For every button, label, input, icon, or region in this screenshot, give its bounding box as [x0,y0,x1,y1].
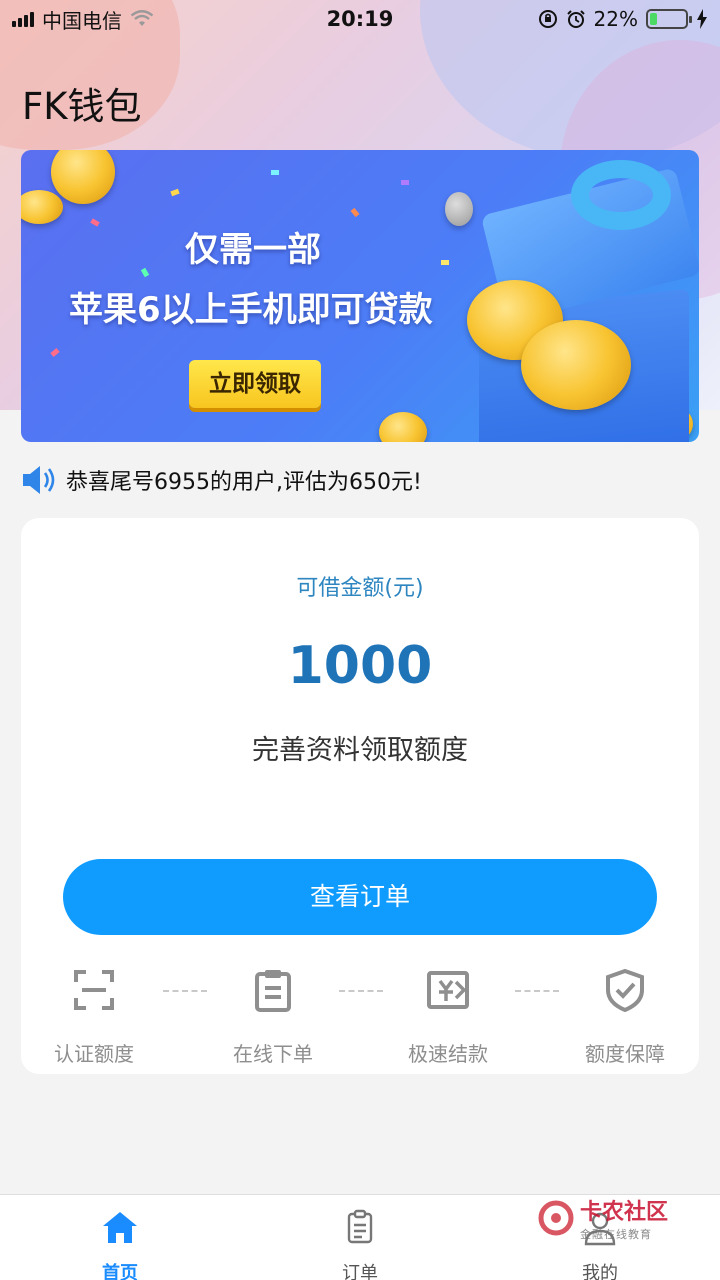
claim-now-button[interactable]: 立即领取 [189,360,321,408]
banner-subheadline: 苹果6以上手机即可贷款 [69,290,433,330]
watermark-title: 卡农社区 [580,1200,669,1225]
view-orders-button[interactable]: 查看订单 [63,859,657,935]
signal-icon [12,11,34,27]
step-online-order: 在线下单 [213,968,333,1067]
process-steps: 认证额度 在线下单 极速结款 额度保障 [21,968,699,1066]
status-bar: 中国电信 20:19 22% [0,0,720,38]
loan-card: 可借金额(元) 1000 完善资料领取额度 查看订单 认证额度 在线下单 极速结… [21,518,699,1074]
step-label: 额度保障 [585,1042,665,1066]
app-title: FK钱包 [22,85,142,128]
watermark-text-block: 卡农社区 金融在线教育 [580,1194,668,1242]
carrier-label: 中国电信 [42,8,122,33]
borrowable-amount-label: 可借金额(元) [296,576,424,601]
notice-text: 恭喜尾号6955的用户,评估为650元! [66,470,422,495]
battery-icon [646,9,692,29]
clock: 20:19 [326,7,394,31]
status-right: 22% [468,7,708,31]
step-divider [339,990,383,992]
step-quota-guarantee: 额度保障 [565,968,685,1067]
step-label: 在线下单 [233,1042,313,1066]
step-divider [163,990,207,992]
wifi-icon [130,10,154,26]
money-transfer-icon [427,971,469,1009]
alarm-icon [566,10,585,28]
watermark-logo-icon [538,1200,574,1236]
banner-headline: 仅需一部 [185,230,321,270]
coin-decor [445,192,473,226]
status-left: 中国电信 [12,5,252,34]
tab-home[interactable]: 首页 [60,1209,180,1280]
tab-label: 我的 [582,1263,618,1280]
tab-label: 首页 [102,1263,138,1280]
gift-ribbon-illustration [571,160,671,230]
speaker-icon [23,466,55,494]
shield-check-icon [606,968,644,1013]
coin-decor [521,320,631,410]
charging-bolt-icon [697,9,707,29]
clipboard-icon [255,970,291,1012]
step-divider [515,990,559,992]
home-icon [103,1212,137,1243]
step-certify-quota: 认证额度 [34,968,154,1067]
coin-decor [379,412,427,442]
tab-orders[interactable]: 订单 [300,1209,420,1280]
scan-frame-icon [74,970,114,1010]
promo-banner[interactable]: 仅需一部 苹果6以上手机即可贷款 立即领取 [21,150,699,442]
coin-decor [51,150,115,204]
step-label: 认证额度 [54,1042,134,1066]
step-fast-payout: 极速结款 [388,968,508,1067]
borrowable-amount-value: 1000 [287,636,433,696]
watermark: 卡农社区 金融在线教育 [538,1194,668,1242]
orientation-lock-icon [538,10,557,28]
document-icon [347,1209,373,1244]
complete-profile-text: 完善资料领取额度 [252,735,468,766]
step-label: 极速结款 [408,1042,488,1066]
battery-percent: 22% [593,7,638,31]
tab-label: 订单 [342,1263,378,1280]
battery-fill [650,13,658,25]
coin-decor [21,190,63,224]
notice-bar: 恭喜尾号6955的用户,评估为650元! [20,460,422,500]
watermark-subtitle: 金融在线教育 [580,1228,652,1241]
